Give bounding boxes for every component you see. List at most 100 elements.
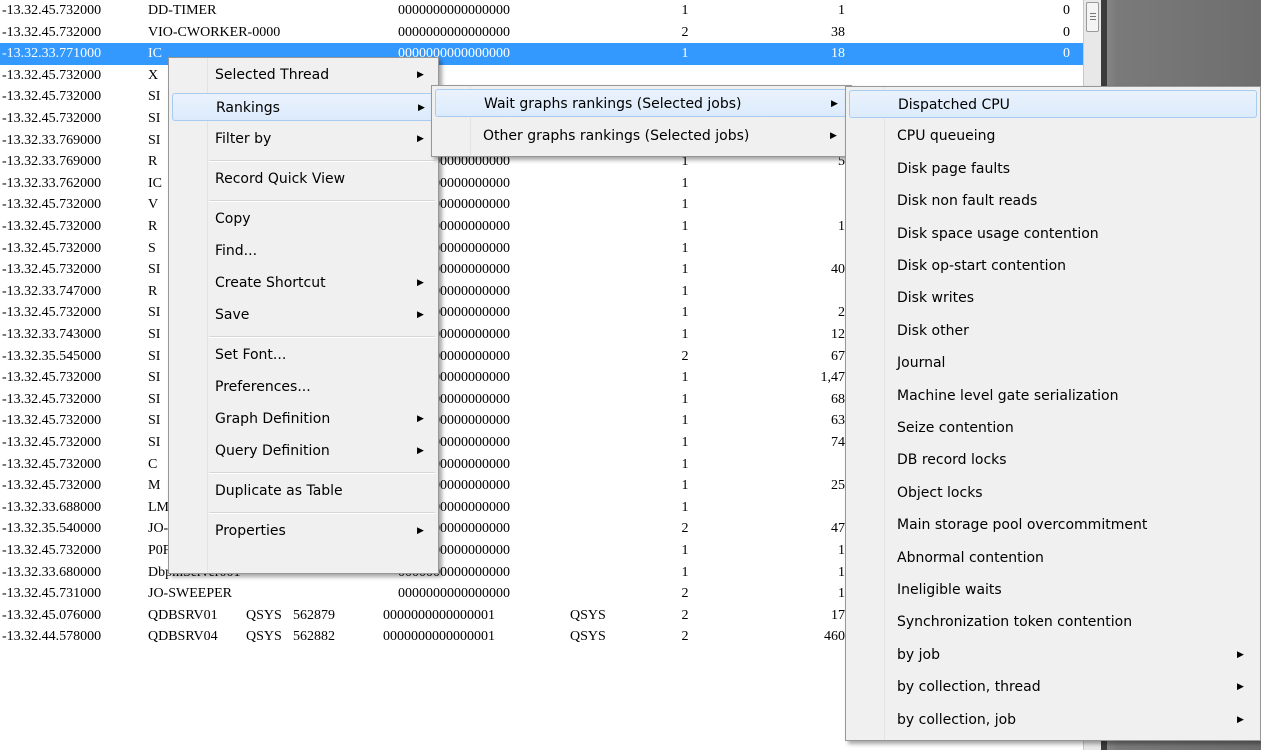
menu-item-disk-space-usage-contention[interactable]: Disk space usage contention (849, 220, 1257, 248)
menu-item-create-shortcut[interactable]: Create Shortcut ▶ (172, 269, 435, 297)
menu-item-main-storage-pool-overcommitment[interactable]: Main storage pool overcommitment (849, 511, 1257, 539)
thread-count-cell: 1 (681, 564, 689, 580)
thread-count-cell: 1 (681, 262, 689, 278)
menu-item-label: Copy (215, 211, 251, 227)
value-cell: 74 (831, 435, 845, 450)
menu-item-dispatched-cpu[interactable]: Dispatched CPU (849, 90, 1257, 118)
job-name-cell: IC (148, 175, 162, 191)
job-name-cell: R (148, 283, 158, 299)
submenu-arrow-icon: ▶ (417, 134, 424, 144)
value-cell: 0 (1063, 24, 1070, 40)
time-cell: -13.32.33.771000 (2, 46, 102, 62)
menu-item-by-collection-thread[interactable]: by collection, thread ▶ (849, 673, 1257, 701)
menu-item-label: Disk non fault reads (897, 193, 1038, 210)
thread-count-cell: 2 (681, 607, 689, 623)
menu-item-by-job[interactable]: by job ▶ (849, 641, 1257, 669)
submenu-arrow-icon: ▶ (1237, 714, 1244, 725)
thread-count-cell: 1 (681, 327, 689, 342)
job-name-cell: IC (148, 46, 162, 62)
menu-separator (209, 160, 435, 162)
time-cell: -13.32.45.732000 (2, 197, 102, 213)
table-row-selected[interactable]: -13.32.33.771000 IC 0000000000000000 1 18 0 (0, 43, 1085, 65)
menu-item-graph-definition[interactable]: Graph Definition ▶ (172, 405, 435, 433)
time-cell: -13.32.33.680000 (2, 564, 102, 580)
user-cell: QSYS (246, 607, 282, 623)
submenu-arrow-icon: ▶ (417, 278, 424, 288)
menu-item-label: Synchronization token contention (897, 614, 1133, 631)
menu-item-seize-contention[interactable]: Seize contention (849, 414, 1257, 442)
menu-item-find[interactable]: Find... (172, 237, 435, 265)
menu-item-journal[interactable]: Journal (849, 349, 1257, 377)
grip-icon (1090, 19, 1096, 20)
menu-item-properties[interactable]: Properties ▶ (172, 517, 435, 545)
time-cell: -13.32.45.731000 (2, 586, 102, 602)
value-cell: 12 (831, 327, 845, 342)
grip-icon (1090, 16, 1096, 17)
menu-item-wait-graphs-rankings-selected-jobs[interactable]: Wait graphs rankings (Selected jobs) ▶ (435, 89, 848, 117)
time-cell: -13.32.33.769000 (2, 154, 102, 170)
menu-item-machine-level-gate-serialization[interactable]: Machine level gate serialization (849, 382, 1257, 410)
value-cell: 68 (831, 391, 845, 407)
menu-item-disk-page-faults[interactable]: Disk page faults (849, 155, 1257, 183)
menu-item-ineligible-waits[interactable]: Ineligible waits (849, 576, 1257, 604)
menu-item-label: CPU queueing (897, 128, 996, 145)
time-cell: -13.32.45.732000 (2, 89, 102, 105)
menu-separator (209, 472, 435, 474)
menu-item-disk-other[interactable]: Disk other (849, 317, 1257, 345)
menu-item-set-font[interactable]: Set Font... (172, 341, 435, 369)
thread-count-cell: 1 (681, 175, 689, 191)
menu-item-duplicate-as-table[interactable]: Duplicate as Table (172, 477, 435, 505)
menu-item-selected-thread[interactable]: Selected Thread ▶ (172, 61, 435, 89)
menu-item-other-graphs-rankings-selected-jobs[interactable]: Other graphs rankings (Selected jobs) ▶ (435, 122, 848, 150)
time-cell: -13.32.45.732000 (2, 456, 102, 472)
menu-item-query-definition[interactable]: Query Definition ▶ (172, 437, 435, 465)
menu-item-save[interactable]: Save ▶ (172, 301, 435, 329)
thread-count-cell: 1 (681, 305, 689, 321)
menu-item-by-collection-job[interactable]: by collection, job ▶ (849, 706, 1257, 734)
menu-item-object-locks[interactable]: Object locks (849, 479, 1257, 507)
time-cell: -13.32.45.732000 (2, 413, 102, 429)
job-name-cell: SI (148, 111, 161, 126)
job-name-cell: VIO-CWORKER-0000 (148, 24, 281, 40)
menu-item-disk-writes[interactable]: Disk writes (849, 284, 1257, 312)
menu-item-copy[interactable]: Copy (172, 205, 435, 233)
menu-item-abnormal-contention[interactable]: Abnormal contention (849, 544, 1257, 572)
submenu-arrow-icon: ▶ (1237, 682, 1244, 693)
menu-item-filter-by[interactable]: Filter by ▶ (172, 125, 435, 153)
menu-item-label: Disk other (897, 322, 969, 339)
menu-item-record-quick-view[interactable]: Record Quick View (172, 165, 435, 193)
value-cell: 38 (831, 24, 845, 40)
submenu-arrow-icon: ▶ (417, 446, 424, 456)
menu-item-label: Save (215, 307, 250, 323)
wait-graphs-submenu: Dispatched CPU CPU queueing Disk page faul… (845, 86, 1261, 741)
time-cell: -13.32.45.732000 (2, 67, 102, 83)
rankings-submenu: Wait graphs rankings (Selected jobs) ▶ Oth… (431, 85, 852, 157)
menu-separator (209, 200, 435, 202)
menu-item-label: Properties (215, 523, 286, 539)
table-row[interactable]: -13.32.45.732000 VIO-CWORKER-0000 00000000… (0, 22, 1085, 44)
id-cell: 0000000000000001 (383, 629, 495, 645)
menu-item-db-record-locks[interactable]: DB record locks (849, 446, 1257, 474)
menu-item-rankings[interactable]: Rankings ▶ (172, 93, 435, 121)
value-cell: 40 (831, 262, 845, 278)
menu-item-disk-op-start-contention[interactable]: Disk op-start contention (849, 252, 1257, 280)
time-cell: -13.32.45.732000 (2, 262, 102, 278)
menu-item-disk-non-fault-reads[interactable]: Disk non fault reads (849, 187, 1257, 215)
value-cell: 47 (831, 521, 845, 537)
subsystem-cell: QSYS (570, 607, 606, 623)
time-cell: -13.32.33.688000 (2, 499, 102, 515)
id-cell: 0000000000000000 (398, 586, 510, 602)
menu-item-label: Disk space usage contention (897, 225, 1099, 242)
thread-count-cell: 2 (681, 348, 689, 364)
menu-separator (209, 336, 435, 338)
menu-item-synchronization-token-contention[interactable]: Synchronization token contention (849, 608, 1257, 636)
scrollbar-thumb[interactable] (1086, 2, 1099, 32)
job-name-cell: R (148, 219, 158, 234)
time-cell: -13.32.45.732000 (2, 24, 102, 40)
table-row[interactable]: -13.32.45.732000 X (0, 65, 1085, 87)
menu-item-preferences[interactable]: Preferences... (172, 373, 435, 401)
time-cell: -13.32.33.747000 (2, 283, 102, 299)
user-cell: QSYS (246, 629, 282, 645)
table-row[interactable]: -13.32.45.732000 DD-TIMER 0000000000000000… (0, 0, 1085, 22)
menu-item-cpu-queueing[interactable]: CPU queueing (849, 122, 1257, 150)
